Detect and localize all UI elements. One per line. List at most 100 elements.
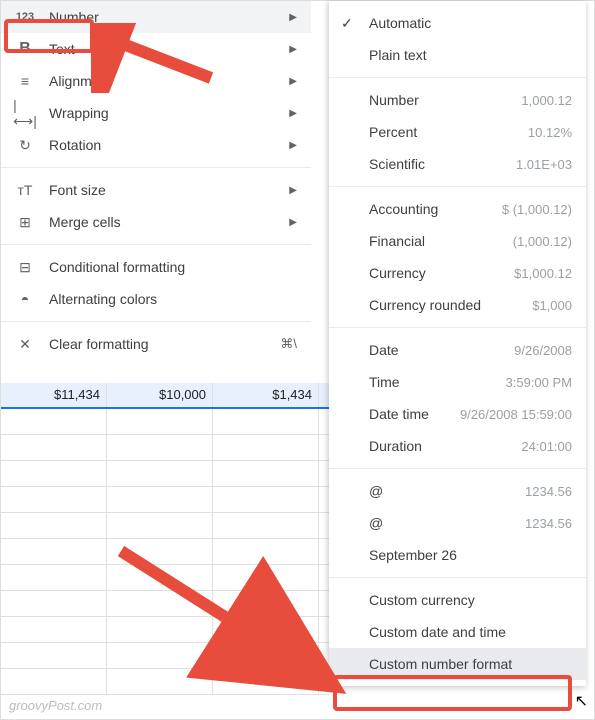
submenu-arrow-icon: ▶ xyxy=(289,217,297,228)
submenu-divider xyxy=(329,468,586,469)
fmt-financial[interactable]: Financial(1,000.12) xyxy=(329,225,586,257)
format-label: Number xyxy=(369,92,521,108)
submenu-divider xyxy=(329,77,586,78)
sheet-row[interactable] xyxy=(1,669,329,695)
spreadsheet-area: $11,434 $10,000 $1,434 xyxy=(1,383,329,695)
fmt-number[interactable]: Number1,000.12 xyxy=(329,84,586,116)
menu-wrapping[interactable]: |⟷|Wrapping▶ xyxy=(1,97,311,129)
menu-item-label: Conditional formatting xyxy=(49,259,297,275)
fmt-custom-date-time[interactable]: Custom date and time xyxy=(329,616,586,648)
fmt-currency-rounded[interactable]: Currency rounded$1,000 xyxy=(329,289,586,321)
submenu-divider xyxy=(329,577,586,578)
format-example: 10.12% xyxy=(528,125,572,140)
fmt-plain-text[interactable]: Plain text xyxy=(329,39,586,71)
menu-clear-formatting[interactable]: ✕Clear formatting⌘\ xyxy=(1,328,311,360)
fmt-date-time[interactable]: Date time9/26/2008 15:59:00 xyxy=(329,398,586,430)
sheet-row[interactable] xyxy=(1,539,329,565)
menu-divider xyxy=(1,321,311,322)
fmt-time[interactable]: Time3:59:00 PM xyxy=(329,366,586,398)
rotation-icon: ↻ xyxy=(15,135,35,155)
alternating-icon: ◓ xyxy=(15,289,35,309)
sheet-row[interactable] xyxy=(1,435,329,461)
fmt-accounting[interactable]: Accounting$ (1,000.12) xyxy=(329,193,586,225)
sheet-row[interactable] xyxy=(1,617,329,643)
sheet-row[interactable] xyxy=(1,409,329,435)
menu-font-size[interactable]: тT Font size▶ xyxy=(1,174,311,206)
sheet-row[interactable] xyxy=(1,565,329,591)
menu-number[interactable]: 123Number▶ xyxy=(1,1,311,33)
menu-alternating-colors[interactable]: ◓ Alternating colors xyxy=(1,283,311,315)
menu-item-label: Alternating colors xyxy=(49,291,297,307)
fmt-scientific[interactable]: Scientific1.01E+03 xyxy=(329,148,586,180)
submenu-arrow-icon: ▶ xyxy=(289,140,297,151)
format-label: Currency rounded xyxy=(369,297,532,313)
watermark: groovyPost.com xyxy=(9,698,102,713)
format-example: (1,000.12) xyxy=(513,234,572,249)
submenu-arrow-icon: ▶ xyxy=(289,185,297,196)
menu-item-label: Text xyxy=(49,41,297,57)
sheet-row[interactable] xyxy=(1,591,329,617)
format-label: @ xyxy=(369,515,525,531)
format-example: $ (1,000.12) xyxy=(502,202,572,217)
format-example: 9/26/2008 xyxy=(514,343,572,358)
clear-icon: ✕ xyxy=(15,334,35,354)
format-label: Custom date and time xyxy=(369,624,572,640)
format-label: Accounting xyxy=(369,201,502,217)
sheet-cell[interactable]: $11,434 xyxy=(1,383,107,407)
fmt-automatic[interactable]: ✓ Automatic xyxy=(329,7,586,39)
font-size-icon: тT xyxy=(15,180,35,200)
submenu-arrow-icon: ▶ xyxy=(289,76,297,87)
format-example: 1234.56 xyxy=(525,484,572,499)
menu-text[interactable]: B Text▶ xyxy=(1,33,311,65)
format-label: @ xyxy=(369,483,525,499)
fmt-month-day[interactable]: September 26 xyxy=(329,539,586,571)
menu-divider xyxy=(1,244,311,245)
format-example: 1234.56 xyxy=(525,516,572,531)
sheet-cell[interactable]: $1,434 xyxy=(213,383,319,407)
fmt-duration[interactable]: Duration24:01:00 xyxy=(329,430,586,462)
fmt-custom-number-format[interactable]: Custom number format xyxy=(329,648,586,680)
sheet-row[interactable] xyxy=(1,643,329,669)
menu-item-label: Number xyxy=(49,9,297,25)
merge-icon: ⊞ xyxy=(15,212,35,232)
fmt-at-2[interactable]: @1234.56 xyxy=(329,507,586,539)
format-label: Plain text xyxy=(369,47,572,63)
menu-item-label: Rotation xyxy=(49,137,297,153)
format-label: Date xyxy=(369,342,514,358)
fmt-date[interactable]: Date9/26/2008 xyxy=(329,334,586,366)
submenu-arrow-icon: ▶ xyxy=(289,44,297,55)
format-label: Custom number format xyxy=(369,656,572,672)
bold-icon: B xyxy=(15,39,35,59)
menu-rotation[interactable]: ↻ Rotation▶ xyxy=(1,129,311,161)
format-example: 1,000.12 xyxy=(521,93,572,108)
menu-alignment[interactable]: ≡Alignment▶ xyxy=(1,65,311,97)
fmt-at-1[interactable]: @1234.56 xyxy=(329,475,586,507)
format-example: 1.01E+03 xyxy=(516,157,572,172)
format-label: Percent xyxy=(369,124,528,140)
check-icon: ✓ xyxy=(341,15,353,32)
format-label: Duration xyxy=(369,438,521,454)
format-example: 24:01:00 xyxy=(521,439,572,454)
wrap-icon: |⟷| xyxy=(15,103,35,123)
submenu-arrow-icon: ▶ xyxy=(289,12,297,23)
fmt-percent[interactable]: Percent10.12% xyxy=(329,116,586,148)
sheet-row[interactable] xyxy=(1,513,329,539)
menu-item-label: Merge cells xyxy=(49,214,297,230)
fmt-custom-currency[interactable]: Custom currency xyxy=(329,584,586,616)
format-menu: 123Number▶BText▶≡Alignment▶|⟷|Wrapping▶↻… xyxy=(1,1,311,360)
format-example: $1,000.12 xyxy=(514,266,572,281)
menu-conditional-formatting[interactable]: ⊟ Conditional formatting xyxy=(1,251,311,283)
sheet-row[interactable] xyxy=(1,461,329,487)
menu-item-label: Font size xyxy=(49,182,297,198)
sheet-row[interactable] xyxy=(1,487,329,513)
submenu-divider xyxy=(329,327,586,328)
format-label: Date time xyxy=(369,406,460,422)
conditional-icon: ⊟ xyxy=(15,257,35,277)
format-label: Automatic xyxy=(369,15,572,31)
sheet-row-selected[interactable]: $11,434 $10,000 $1,434 xyxy=(1,383,329,409)
menu-merge-cells[interactable]: ⊞ Merge cells▶ xyxy=(1,206,311,238)
fmt-currency[interactable]: Currency$1,000.12 xyxy=(329,257,586,289)
format-label: Time xyxy=(369,374,506,390)
format-label: Scientific xyxy=(369,156,516,172)
sheet-cell[interactable]: $10,000 xyxy=(107,383,213,407)
